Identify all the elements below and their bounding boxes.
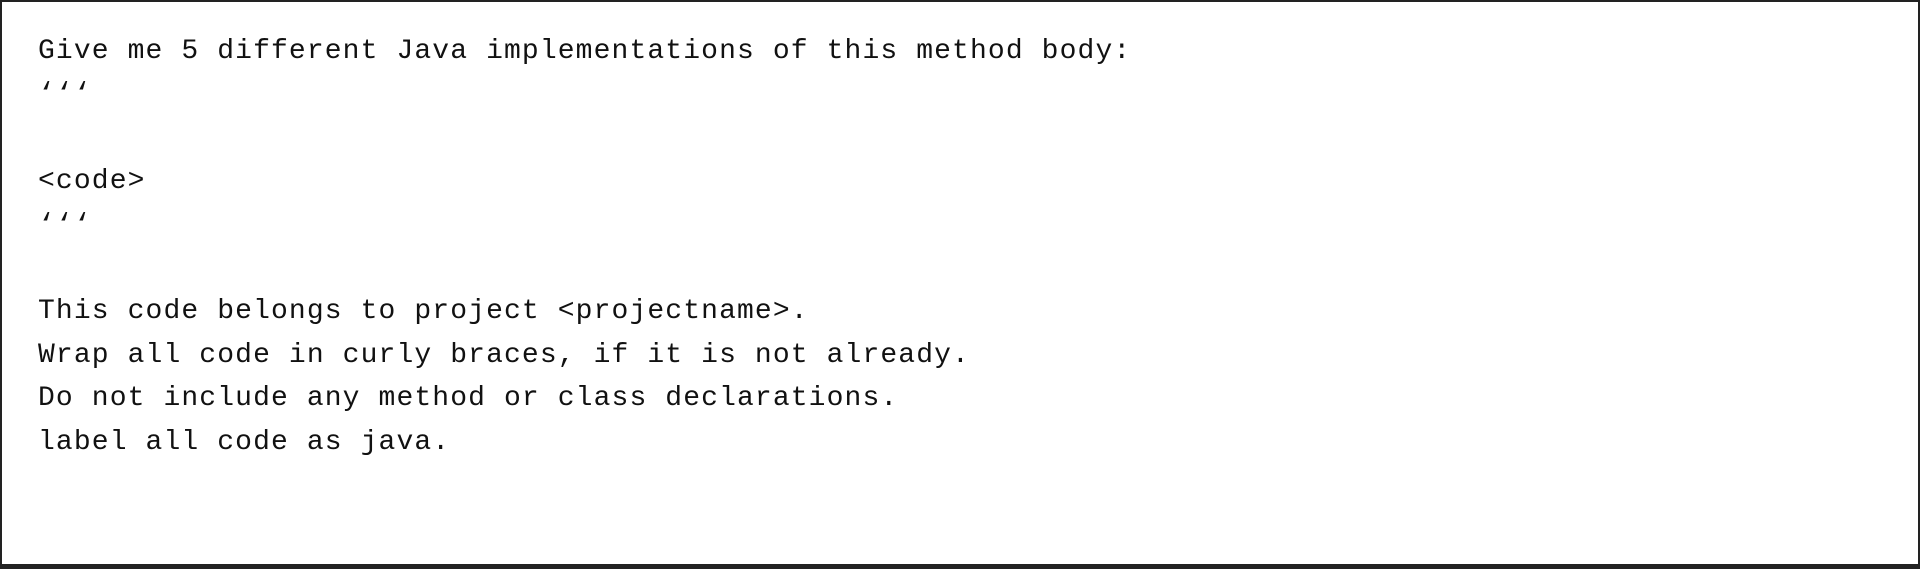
line7: This code belongs to project <projectnam…: [38, 296, 809, 327]
prompt-text: Give me 5 different Java implementations…: [38, 30, 1882, 464]
line10: label all code as java.: [38, 427, 450, 458]
bottom-border: [2, 564, 1918, 567]
line2: ‘‘‘: [38, 79, 92, 110]
line1: Give me 5 different Java implementations…: [38, 36, 1131, 67]
line8: Wrap all code in curly braces, if it is …: [38, 340, 970, 371]
line9: Do not include any method or class decla…: [38, 383, 898, 414]
main-container: Give me 5 different Java implementations…: [0, 0, 1920, 569]
line4: <code>: [38, 166, 146, 197]
line5: ‘‘‘: [38, 210, 92, 241]
